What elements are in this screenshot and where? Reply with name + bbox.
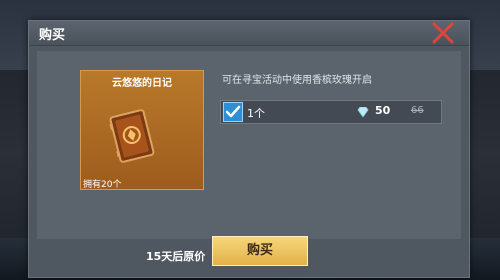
close-x-icon [432, 22, 454, 44]
buy-button[interactable]: 购买 [212, 236, 308, 266]
option-quantity: 1个 [247, 107, 265, 120]
title-bar: 购买 [29, 21, 469, 46]
option-original-price: 66 [411, 105, 424, 116]
checkmark-icon [225, 105, 241, 118]
owned-count: 拥有20个 [83, 180, 122, 190]
item-name: 云悠悠的日记 [112, 78, 172, 89]
option-price: 50 [375, 104, 391, 117]
book-icon [109, 109, 155, 163]
dialog-title: 购买 [39, 28, 66, 43]
option-checkbox[interactable] [223, 102, 243, 122]
purchase-option-row[interactable]: 1个 50 66 [220, 100, 442, 124]
close-button[interactable] [430, 20, 456, 46]
item-description: 可在寻宝活动中使用香槟玫瑰开启 [222, 75, 372, 86]
item-card: 云悠悠的日记 拥有20个 [80, 70, 204, 190]
promo-text: 15天后原价 [146, 250, 206, 263]
diamond-icon [357, 107, 369, 117]
